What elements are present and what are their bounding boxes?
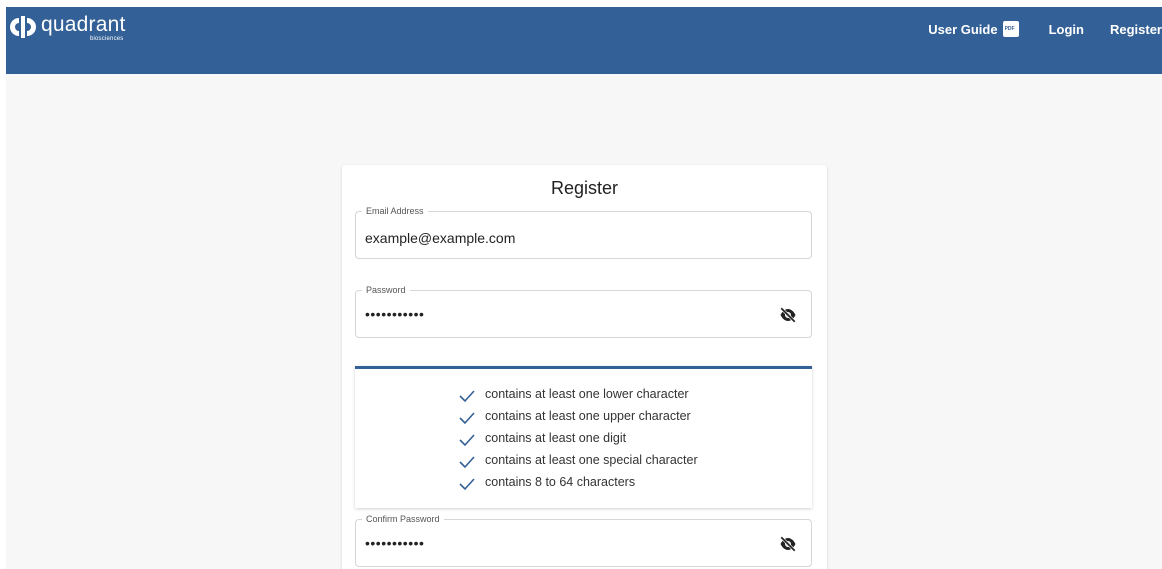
requirement-item: contains 8 to 64 characters (459, 471, 698, 493)
check-icon (459, 412, 475, 425)
requirement-text: contains at least one lower character (485, 387, 689, 401)
check-icon (459, 434, 475, 447)
page-title: Register (550, 178, 619, 198)
requirement-item: contains at least one lower character (459, 383, 698, 405)
password-field[interactable]: Password ••••••••••• (355, 285, 812, 338)
password-input[interactable]: ••••••••••• (365, 306, 424, 322)
eye-off-icon[interactable] (779, 307, 797, 323)
brand-subtitle: biosciences (89, 36, 124, 42)
brand-name: quadrant (41, 13, 126, 36)
check-icon (459, 456, 475, 469)
pdf-icon: PDF (1002, 21, 1019, 37)
app-frame: quadrant biosciences User Guide PDF Logi… (6, 7, 1162, 569)
requirement-text: contains at least one special character (485, 453, 698, 467)
requirement-text: contains 8 to 64 characters (485, 475, 636, 489)
nav-user-guide[interactable]: User Guide PDF (928, 21, 1019, 37)
requirement-text: contains at least one upper character (485, 409, 691, 423)
requirement-item: contains at least one upper character (459, 405, 698, 427)
check-icon (459, 390, 475, 403)
top-navbar: quadrant biosciences User Guide PDF Logi… (6, 7, 1162, 74)
brand-logo[interactable]: quadrant biosciences (10, 13, 126, 43)
register-card: Register Email Address example@example.c… (342, 165, 827, 569)
requirement-item: contains at least one digit (459, 427, 698, 449)
requirements-list: contains at least one lower character con… (459, 383, 698, 493)
eye-off-icon[interactable] (779, 536, 797, 552)
requirement-item: contains at least one special character (459, 449, 698, 471)
pdf-icon-label: PDF (1004, 26, 1015, 32)
email-field[interactable]: Email Address example@example.com (355, 206, 812, 259)
check-icon (459, 478, 475, 491)
nav-login[interactable]: Login (1049, 22, 1084, 37)
requirement-text: contains at least one digit (485, 431, 627, 445)
email-field-label: Email Address (362, 206, 428, 216)
email-input[interactable]: example@example.com (365, 230, 515, 246)
confirm-password-input[interactable]: ••••••••••• (365, 535, 424, 551)
confirm-password-field[interactable]: Confirm Password ••••••••••• (355, 514, 812, 567)
main-nav: User Guide PDF Login Register (928, 21, 1162, 37)
nav-register[interactable]: Register (1110, 22, 1162, 37)
brand-wordmark: quadrant biosciences (41, 13, 126, 43)
nav-user-guide-label: User Guide (928, 21, 998, 37)
password-requirements: contains at least one lower character con… (355, 366, 812, 508)
confirm-password-field-label: Confirm Password (362, 514, 444, 524)
quadrant-logo-icon (10, 16, 36, 38)
password-field-label: Password (362, 285, 410, 295)
